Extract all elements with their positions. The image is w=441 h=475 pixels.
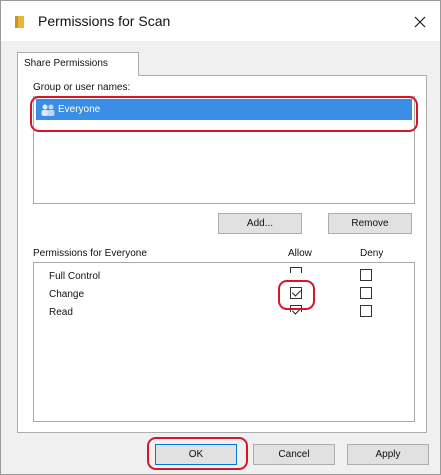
- remove-button[interactable]: Remove: [328, 213, 412, 234]
- full-control-allow-checkbox[interactable]: [290, 267, 302, 273]
- deny-header: Deny: [360, 248, 384, 259]
- add-button[interactable]: Add...: [218, 213, 302, 234]
- users-icon: [41, 104, 55, 116]
- window-title: Permissions for Scan: [38, 13, 171, 29]
- perm-row-read: Read: [49, 307, 73, 318]
- ok-button[interactable]: OK: [155, 444, 237, 465]
- group-names-label: Group or user names:: [33, 82, 131, 93]
- close-button[interactable]: [407, 9, 433, 35]
- tab-panel: Group or user names: Everyone Add... Rem…: [17, 75, 427, 433]
- title-bar: Permissions for Scan: [1, 1, 440, 41]
- tab-share-permissions[interactable]: Share Permissions: [17, 52, 139, 76]
- change-allow-checkbox[interactable]: [290, 287, 302, 299]
- folder-icon: [15, 16, 24, 28]
- read-allow-checkbox[interactable]: [290, 305, 302, 312]
- list-item-label: Everyone: [58, 104, 101, 115]
- read-deny-checkbox[interactable]: [360, 305, 372, 317]
- permissions-list: Full Control Change Read: [33, 262, 415, 422]
- permissions-label: Permissions for Everyone: [33, 248, 147, 259]
- close-icon: [414, 16, 426, 28]
- group-user-listbox[interactable]: Everyone: [33, 96, 415, 204]
- cancel-button[interactable]: Cancel: [253, 444, 335, 465]
- full-control-deny-checkbox[interactable]: [360, 269, 372, 281]
- perm-row-change: Change: [49, 289, 85, 300]
- allow-header: Allow: [288, 248, 312, 259]
- apply-button[interactable]: Apply: [347, 444, 429, 465]
- permissions-dialog: Permissions for Scan Share Permissions G…: [0, 0, 441, 475]
- change-deny-checkbox[interactable]: [360, 287, 372, 299]
- list-item-everyone[interactable]: Everyone: [36, 99, 412, 120]
- perm-row-full-control: Full Control: [49, 271, 101, 282]
- dialog-body: Share Permissions Group or user names: E…: [1, 41, 440, 474]
